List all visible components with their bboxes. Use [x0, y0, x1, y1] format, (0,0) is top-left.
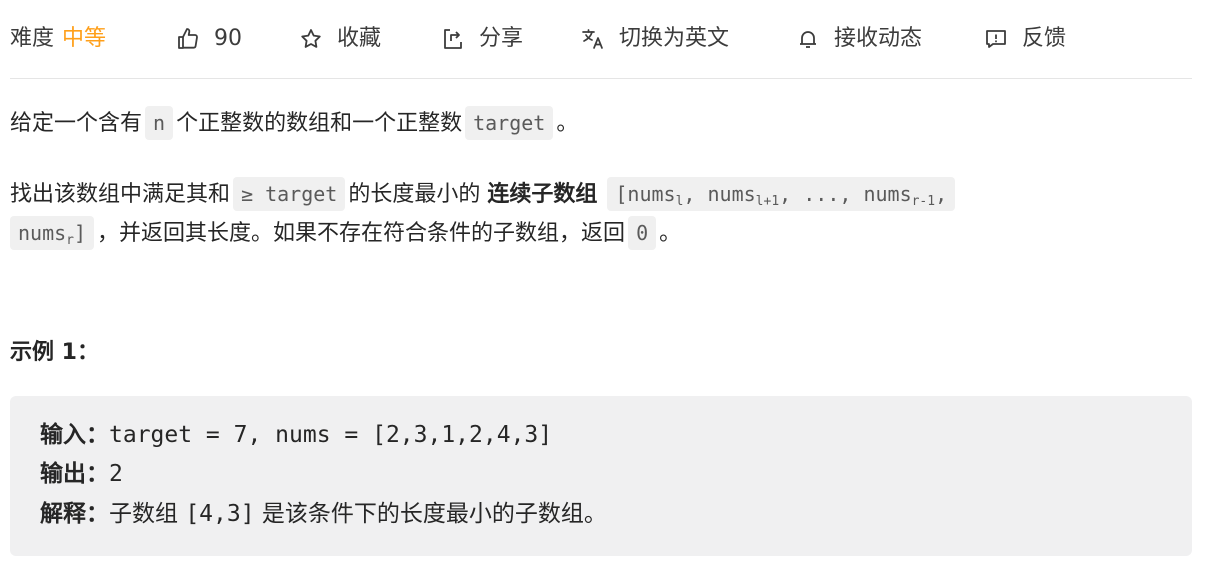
- share-button[interactable]: 分享: [441, 19, 581, 59]
- translate-button[interactable]: 切换为英文: [581, 19, 796, 59]
- notify-label: 接收动态: [834, 26, 923, 51]
- inline-code-condition: ≥ target: [233, 177, 346, 211]
- description-paragraph-1: 给定一个含有 n 个正整数的数组和一个正整数 target。: [10, 106, 1192, 140]
- example-explanation-label: 解释：: [40, 501, 109, 527]
- description-text: 。: [659, 221, 682, 246]
- like-count: 90: [214, 26, 242, 51]
- description-text: 。: [556, 111, 579, 136]
- bell-icon: [796, 27, 820, 51]
- example-input-line: 输入：target = 7, nums = [2,3,1,2,4,3]: [40, 418, 552, 452]
- example-output-line: 输出：2: [40, 457, 123, 491]
- star-icon: [299, 27, 323, 51]
- share-label: 分享: [479, 26, 524, 51]
- difficulty-indicator: 难度 中等: [10, 19, 176, 59]
- code-part: [nums: [615, 182, 676, 206]
- description-paragraph-2-line-2: numsr] ，并返回其长度。如果不存在符合条件的子数组，返回 0。: [10, 216, 1192, 250]
- description-paragraph-2: 找出该数组中满足其和 ≥ target 的长度最小的 连续子数组 [numsl, n…: [10, 177, 1192, 250]
- description-text: 个正整数的数组和一个正整数: [176, 111, 463, 136]
- code-part: ,: [935, 182, 948, 206]
- example-input-label: 输入：: [40, 422, 109, 448]
- share-icon: [441, 27, 465, 51]
- notify-button[interactable]: 接收动态: [796, 19, 984, 59]
- code-subscript: r: [66, 233, 74, 248]
- problem-description-page: 难度 中等 90 收藏 分享 切换为英文 接收动态 反馈 给定一个含有 n 个正…: [0, 0, 1206, 570]
- emphasis-contiguous-subarray: 连续子数组: [487, 182, 598, 207]
- example-explanation-code: [4,3]: [185, 501, 255, 527]
- example-output-label: 输出：: [40, 461, 109, 487]
- example-explanation-line: 解释：子数组 [4,3] 是该条件下的长度最小的子数组。: [40, 497, 607, 531]
- feedback-icon: [984, 27, 1008, 51]
- code-subscript: r-1: [911, 194, 936, 209]
- description-text: 的长度最小的: [348, 182, 481, 207]
- example-explanation-text: 是该条件下的长度最小的子数组。: [254, 501, 607, 527]
- code-part: , ..., nums: [779, 182, 912, 206]
- feedback-button[interactable]: 反馈: [984, 19, 1066, 59]
- favorite-label: 收藏: [337, 26, 382, 51]
- description-text: 找出该数组中满足其和: [10, 182, 231, 207]
- difficulty-value: 中等: [62, 26, 107, 51]
- example-output-value: 2: [109, 461, 123, 487]
- like-button[interactable]: 90: [176, 19, 299, 59]
- inline-code-subarray-end: numsr]: [10, 216, 95, 250]
- example-block: 输入：target = 7, nums = [2,3,1,2,4,3] 输出：2…: [10, 396, 1192, 556]
- example-input-value: target = 7, nums = [2,3,1,2,4,3]: [109, 422, 553, 448]
- code-part: nums: [18, 221, 67, 245]
- problem-description: 给定一个含有 n 个正整数的数组和一个正整数 target。 找出该数组中满足其和 ≥ …: [10, 96, 1192, 250]
- favorite-button[interactable]: 收藏: [299, 19, 441, 59]
- example-explanation-text: 子数组: [109, 501, 186, 527]
- code-subscript: l+1: [755, 194, 780, 209]
- code-part: ]: [74, 221, 87, 245]
- thumbs-up-icon: [176, 27, 200, 51]
- example-title: 示例 1：: [10, 340, 99, 365]
- inline-code-zero: 0: [628, 216, 657, 250]
- code-part: , nums: [683, 182, 756, 206]
- description-text: ，并返回其长度。如果不存在符合条件的子数组，返回: [97, 221, 626, 246]
- translate-label: 切换为英文: [619, 26, 730, 51]
- description-text: 给定一个含有: [10, 111, 143, 136]
- inline-code-target: target: [465, 106, 554, 140]
- problem-toolbar: 难度 中等 90 收藏 分享 切换为英文 接收动态 反馈: [10, 0, 1192, 79]
- inline-code-subarray: [numsl, numsl+1, ..., numsr-1,: [607, 177, 956, 211]
- difficulty-label: 难度: [10, 26, 55, 51]
- translate-icon: [581, 27, 605, 51]
- inline-code-n: n: [145, 106, 174, 140]
- feedback-label: 反馈: [1022, 26, 1067, 51]
